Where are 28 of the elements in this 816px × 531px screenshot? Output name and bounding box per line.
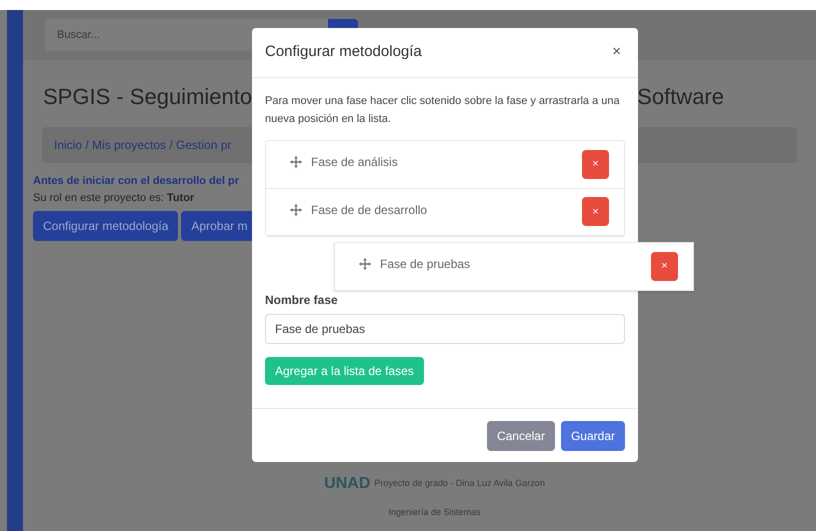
move-icon	[290, 156, 302, 168]
remove-button[interactable]: ×	[582, 150, 609, 179]
phase-item[interactable]: Fase de de desarrollo ×	[266, 188, 624, 236]
footer-credit: Proyecto de grado - Dina Luz Avila Garzon	[374, 476, 545, 490]
instructions: Para mover una fase hacer clic sotenido sobre la fase y arrastrarla a una nueva posición en la lista.	[265, 94, 621, 127]
notice-text: Antes de iniciar con el desarrollo del pr	[33, 174, 240, 189]
phase-name: Fase de pruebas	[380, 256, 470, 273]
page-button[interactable]: Configurar metodología	[33, 211, 178, 241]
page-title: Software	[637, 83, 724, 111]
name-field[interactable]: Fase de pruebas	[265, 314, 625, 344]
footer-program: Ingeniería de Sistemas	[388, 506, 481, 519]
field-label: Nombre fase	[265, 292, 339, 309]
move-icon	[290, 204, 302, 216]
footer-button[interactable]: Guardar	[560, 420, 625, 450]
add-button[interactable]: Agregar a la lista de fases	[265, 357, 424, 385]
logo: UNAD	[324, 474, 370, 494]
move-icon	[359, 258, 371, 270]
remove-button[interactable]: ×	[582, 197, 609, 226]
role-text: Su rol en este proyecto es: Tutor	[33, 190, 196, 206]
close-button[interactable]: ×	[608, 41, 625, 64]
remove-button[interactable]: ×	[651, 252, 678, 281]
breadcrumb: Inicio / Mis proyectos / Gestion pr	[54, 137, 232, 154]
page-title: SPGIS - Seguimiento	[43, 83, 252, 111]
dragged-phase-item[interactable]: Fase de pruebas ×	[334, 242, 694, 291]
footer-button[interactable]: Cancelar	[486, 420, 555, 450]
phase-name: Fase de análisis	[311, 154, 398, 171]
phase-item[interactable]: Fase de análisis ×	[266, 141, 624, 188]
phase-name: Fase de de desarrollo	[311, 202, 428, 218]
